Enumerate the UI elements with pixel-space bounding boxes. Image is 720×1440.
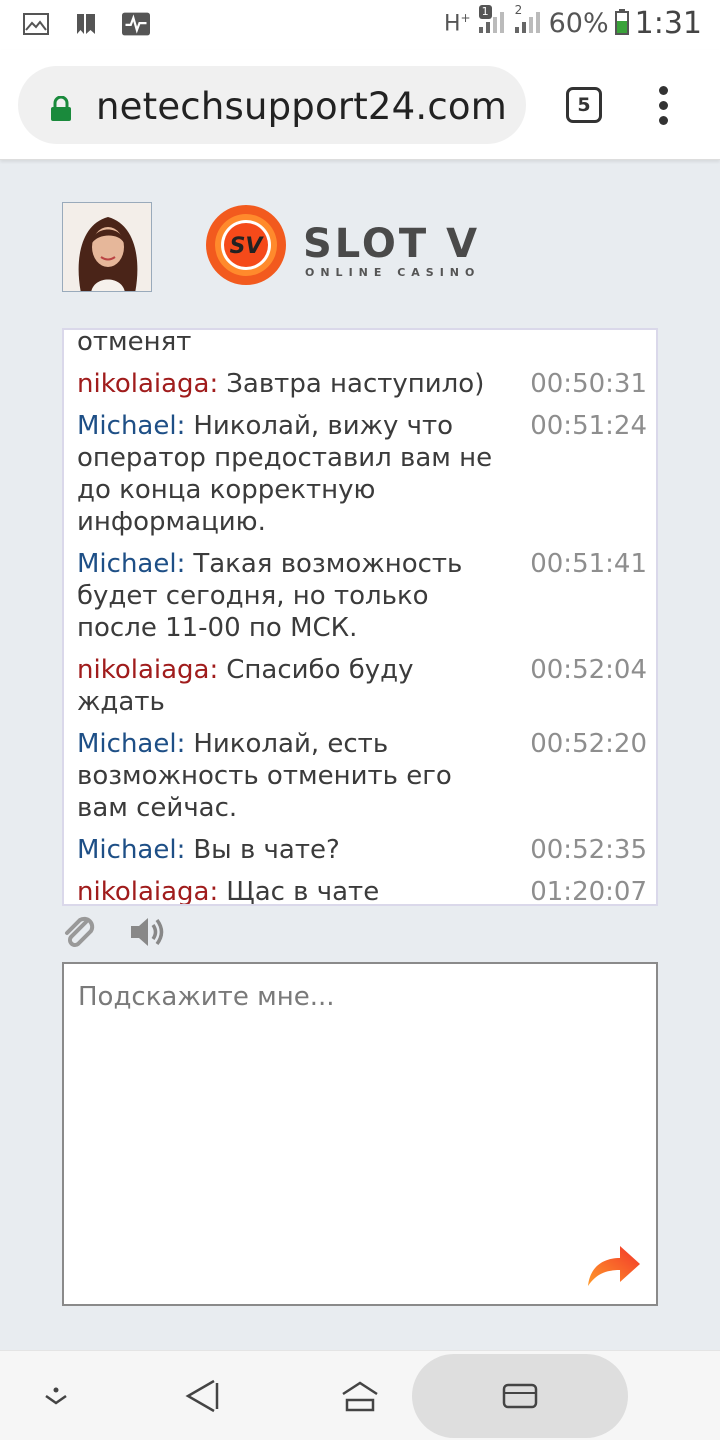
bookmark-icon bbox=[72, 11, 100, 37]
clock: 1:31 bbox=[634, 6, 702, 41]
message-time: 00:51:24 bbox=[530, 411, 647, 441]
message-input[interactable] bbox=[78, 982, 638, 1242]
address-bar[interactable]: netechsupport24.com bbox=[18, 66, 526, 144]
network-type: H+ bbox=[444, 10, 471, 37]
chat-message: Michael: Вы в чате? 00:52:35 bbox=[77, 834, 647, 866]
dismiss-icon[interactable] bbox=[30, 1351, 82, 1440]
message-list: отменят nikolaiaga: Завтра наступило) 00:5… bbox=[77, 328, 647, 906]
send-arrow-icon[interactable] bbox=[584, 1242, 642, 1290]
slotv-logo: SV SLOT V ONLINE CASINO bbox=[205, 205, 525, 289]
message-author: Michael: bbox=[77, 411, 186, 441]
battery-icon bbox=[614, 8, 629, 39]
home-icon[interactable] bbox=[334, 1351, 386, 1440]
message-author: Michael: bbox=[77, 549, 186, 579]
message-time: 00:51:41 bbox=[530, 549, 647, 579]
message-time: 00:52:04 bbox=[530, 655, 647, 685]
message-time: 00:52:35 bbox=[530, 835, 647, 865]
message-partial: отменят bbox=[77, 328, 647, 358]
chat-tools bbox=[60, 914, 168, 954]
message-text: отменят bbox=[77, 328, 192, 357]
url-text: netechsupport24.com bbox=[96, 85, 507, 128]
message-text: Щас в чате bbox=[226, 877, 380, 906]
status-bar: H+ 1 2 60% 1:31 bbox=[0, 0, 720, 50]
chat-message: Michael: Николай, есть возможность отмени… bbox=[77, 728, 647, 824]
message-text: Завтра наступило) bbox=[226, 369, 485, 399]
sim2-label: 2 bbox=[514, 2, 523, 17]
brand-name: SLOT V bbox=[303, 221, 480, 267]
sim1-badge: 1 bbox=[478, 4, 492, 19]
tab-switcher-button[interactable]: 5 bbox=[566, 87, 602, 123]
chat-message: Michael: Такая возможность будет сегодня,… bbox=[77, 548, 647, 644]
message-author: Michael: bbox=[77, 729, 186, 759]
image-icon bbox=[22, 11, 50, 37]
battery-percent: 60% bbox=[548, 8, 609, 39]
recents-icon[interactable] bbox=[494, 1351, 546, 1440]
chat-message: nikolaiaga: Щас в чате 01:20:07 bbox=[77, 876, 647, 906]
lock-icon bbox=[50, 95, 72, 126]
back-icon[interactable] bbox=[176, 1351, 228, 1440]
operator-avatar bbox=[62, 202, 152, 292]
message-time: 01:20:07 bbox=[530, 877, 647, 906]
system-nav-bar bbox=[0, 1350, 720, 1440]
activity-icon bbox=[122, 11, 150, 37]
message-author: Michael: bbox=[77, 835, 186, 865]
browser-toolbar: netechsupport24.com 5 bbox=[0, 50, 720, 160]
message-author: nikolaiaga: bbox=[77, 877, 219, 906]
attachment-icon[interactable] bbox=[60, 914, 96, 954]
sound-icon[interactable] bbox=[128, 914, 168, 954]
chat-message: nikolaiaga: Завтра наступило) 00:50:31 bbox=[77, 368, 647, 400]
message-composer bbox=[62, 962, 658, 1306]
message-author: nikolaiaga: bbox=[77, 369, 219, 399]
svg-text:SV: SV bbox=[230, 234, 265, 259]
signal-icon: 1 bbox=[477, 4, 507, 39]
overflow-menu-icon[interactable] bbox=[654, 86, 674, 126]
message-time: 00:50:31 bbox=[530, 369, 647, 399]
message-text: Вы в чате? bbox=[193, 835, 340, 865]
chat-messages[interactable]: отменят nikolaiaga: Завтра наступило) 00:5… bbox=[62, 328, 658, 906]
chat-message: nikolaiaga: Спасибо буду ждать 00:52:04 bbox=[77, 654, 647, 718]
message-time: 00:52:20 bbox=[530, 729, 647, 759]
brand-tagline: ONLINE CASINO bbox=[305, 266, 480, 279]
signal-icon-sim2: 2 bbox=[513, 3, 543, 39]
chat-message: Michael: Николай, вижу что оператор предо… bbox=[77, 410, 647, 538]
message-author: nikolaiaga: bbox=[77, 655, 219, 685]
